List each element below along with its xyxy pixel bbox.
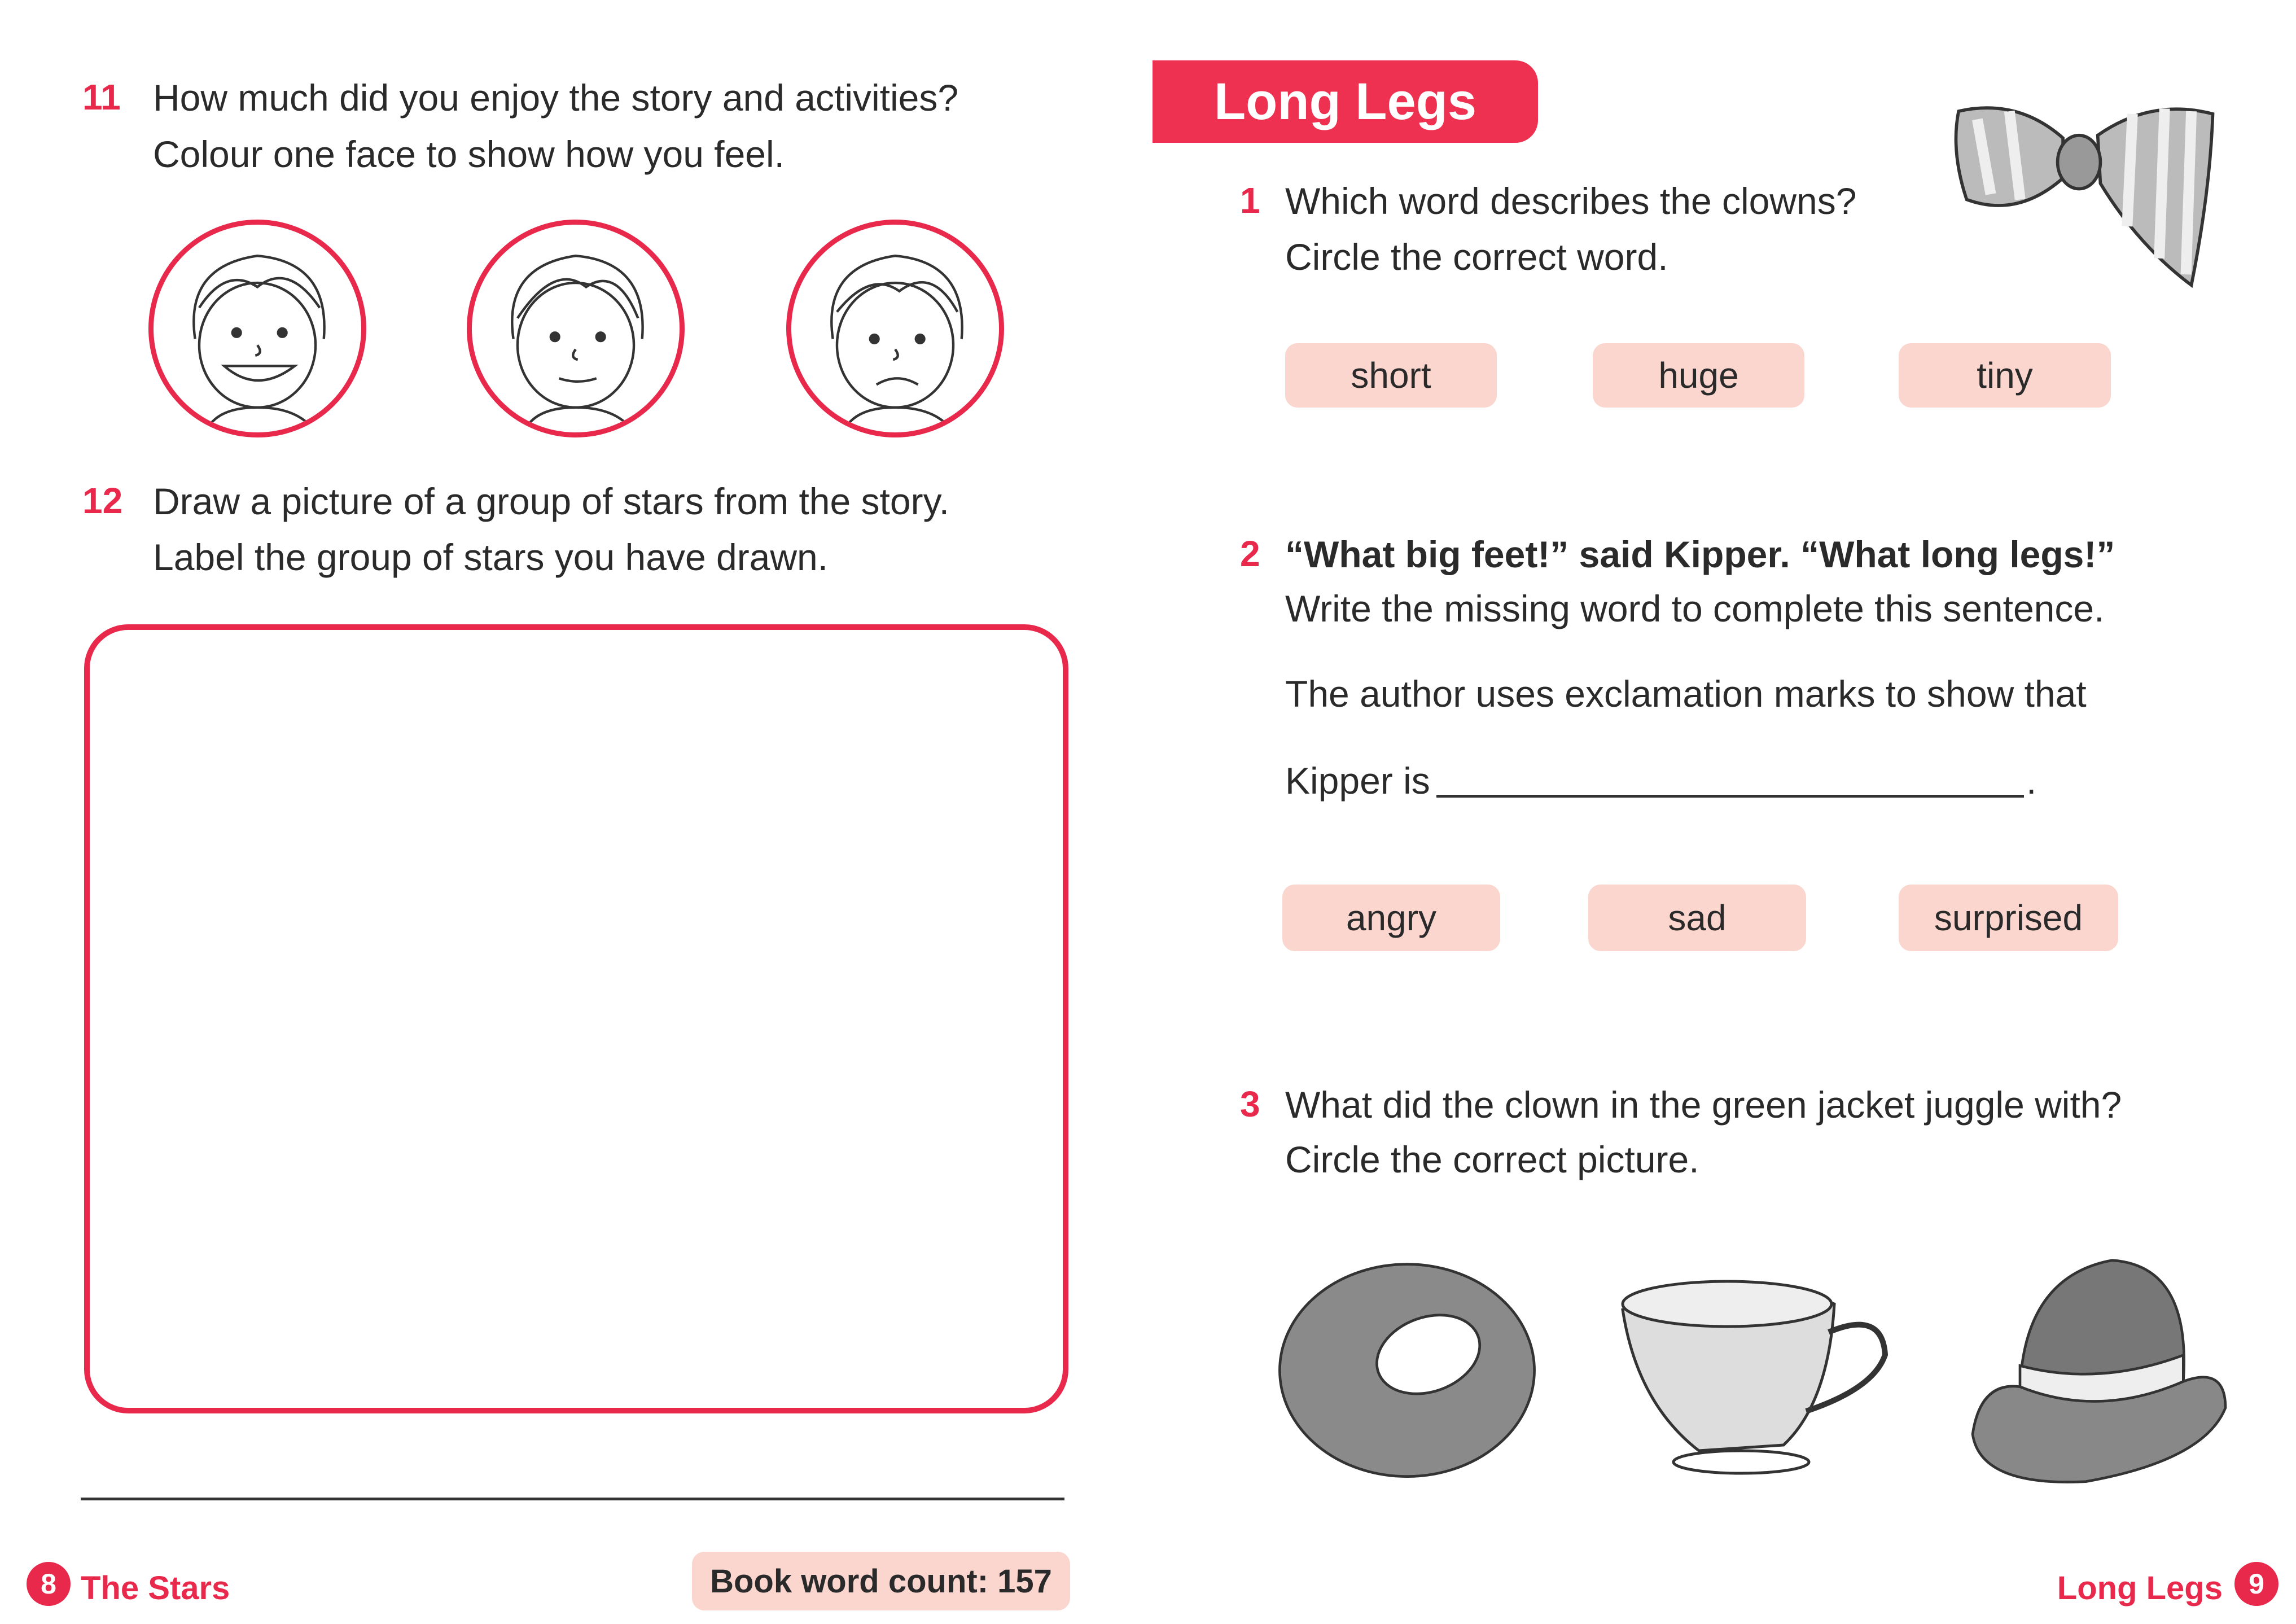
happy-face-icon xyxy=(192,254,326,432)
question-1-text: Which word describes the clowns? xyxy=(1285,180,1857,222)
sentence-end: . xyxy=(2026,760,2037,802)
option-surprised[interactable]: surprised xyxy=(1899,885,2118,951)
question-1-instruction: Circle the correct word. xyxy=(1285,236,1668,278)
word-count-badge: Book word count: 157 xyxy=(692,1552,1070,1610)
question-11-instruction: Colour one face to show how you feel. xyxy=(153,133,785,175)
neutral-face-icon xyxy=(511,254,644,432)
option-sad[interactable]: sad xyxy=(1588,885,1806,951)
drawing-box[interactable] xyxy=(84,624,1068,1413)
question-2-instruction: Write the missing word to complete this … xyxy=(1285,588,2105,629)
ring-picture[interactable] xyxy=(1274,1259,1540,1485)
question-2-sentence: The author uses exclamation marks to sho… xyxy=(1285,673,2087,715)
option-short[interactable]: short xyxy=(1285,343,1497,408)
option-huge[interactable]: huge xyxy=(1593,343,1804,408)
footer-title-left: The Stars xyxy=(81,1570,230,1607)
question-3-text: What did the clown in the green jacket j… xyxy=(1285,1084,2122,1126)
neutral-face[interactable] xyxy=(467,220,685,437)
question-3-instruction: Circle the correct picture. xyxy=(1285,1139,1699,1180)
page-number-badge-9: 9 xyxy=(2234,1562,2279,1606)
happy-face[interactable] xyxy=(148,220,366,437)
option-angry[interactable]: angry xyxy=(1282,885,1500,951)
question-2-number: 2 xyxy=(1240,533,1260,574)
option-tiny[interactable]: tiny xyxy=(1899,343,2111,408)
answer-line[interactable] xyxy=(1436,795,2024,798)
sad-face-icon xyxy=(830,254,963,432)
question-2-quote: “What big feet!” said Kipper. “What long… xyxy=(1285,533,2115,575)
question-12-number: 12 xyxy=(82,480,123,521)
page-number-badge-8: 8 xyxy=(27,1562,71,1606)
question-12-instruction: Label the group of stars you have drawn. xyxy=(153,536,829,578)
page-title: Long Legs xyxy=(1153,60,1538,143)
hat-picture[interactable] xyxy=(1966,1250,2232,1487)
question-11-text: How much did you enjoy the story and act… xyxy=(153,77,959,119)
question-11-number: 11 xyxy=(82,77,121,117)
question-2-sentence-start: Kipper is xyxy=(1285,760,1430,802)
cup-picture[interactable] xyxy=(1614,1276,1896,1479)
question-3-number: 3 xyxy=(1240,1084,1260,1124)
bow-tie-icon xyxy=(1954,106,2215,288)
question-12-text: Draw a picture of a group of stars from … xyxy=(153,480,950,522)
question-1-number: 1 xyxy=(1240,180,1260,221)
footer-title-right: Long Legs xyxy=(2057,1570,2223,1607)
sad-face[interactable] xyxy=(786,220,1004,437)
label-line[interactable] xyxy=(81,1498,1064,1500)
